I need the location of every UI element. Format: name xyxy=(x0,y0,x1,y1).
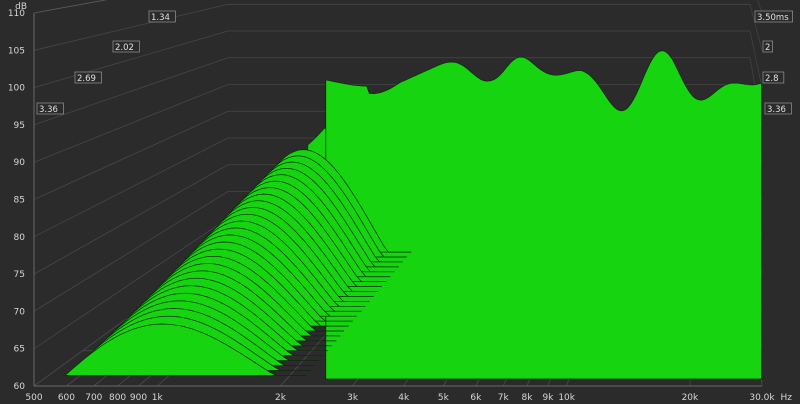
x-tick-label: 5k xyxy=(438,393,450,403)
x-tick-label: 9k xyxy=(542,393,554,403)
x-tick-label: 6k xyxy=(470,393,482,403)
x-tick-label: 800 xyxy=(109,393,126,403)
time-label-right: 3.50ms xyxy=(757,13,789,23)
db-gridline xyxy=(33,0,108,14)
y-tick-label: 75 xyxy=(14,270,25,280)
waterfall-slice xyxy=(325,50,762,380)
x-tick-label: 7k xyxy=(498,393,510,403)
x-tick-label: 2k xyxy=(275,393,287,403)
x-tick-label: 4k xyxy=(398,393,410,403)
y-tick-label: 90 xyxy=(14,158,26,168)
x-tick-label: 1k xyxy=(152,393,164,403)
y-tick-label: 80 xyxy=(14,233,26,243)
db-gridline xyxy=(33,3,750,51)
db-gridline-right xyxy=(749,30,763,88)
y-tick-label: 65 xyxy=(14,345,25,355)
time-label-right: 3.36 xyxy=(767,105,786,115)
y-unit-label: dB xyxy=(15,2,27,12)
x-tick-label: 3k xyxy=(347,393,359,403)
time-label-left: 2.02 xyxy=(115,43,134,53)
x-tick-label: 20k xyxy=(682,393,699,403)
time-label-left: 2.69 xyxy=(77,74,96,84)
x-tick-label: 30.0k xyxy=(749,393,775,403)
x-tick-label: 700 xyxy=(85,393,102,403)
y-tick-label: 70 xyxy=(14,307,26,317)
x-unit-label: Hz xyxy=(781,393,793,403)
waterfall-plot: 60 65 70 75 80 85 90 95 100 105 110 dB 500 600 700 800 9… xyxy=(0,0,800,404)
waterfall-slices xyxy=(64,50,762,380)
y-tick-label: 60 xyxy=(14,382,26,392)
y-tick-label: 85 xyxy=(14,196,25,206)
time-label-left: 1.34 xyxy=(151,13,170,23)
x-tick-label: 600 xyxy=(58,393,75,403)
x-tick-label: 8k xyxy=(522,393,534,403)
y-tick-label: 100 xyxy=(8,84,25,94)
y-tick-label: 95 xyxy=(14,121,25,131)
time-label-left: 3.36 xyxy=(39,105,58,115)
y-tick-label: 105 xyxy=(8,46,25,56)
x-tick-label: 900 xyxy=(130,393,147,403)
x-tick-label: 10k xyxy=(558,393,575,403)
time-label-right: 2.8 xyxy=(765,74,779,84)
waterfall-chart: 6065707580859095100105110dB500 600 700 800 9… xyxy=(8,0,793,403)
time-label-right: 2 xyxy=(765,43,770,53)
x-tick-label: 500 xyxy=(25,393,42,403)
